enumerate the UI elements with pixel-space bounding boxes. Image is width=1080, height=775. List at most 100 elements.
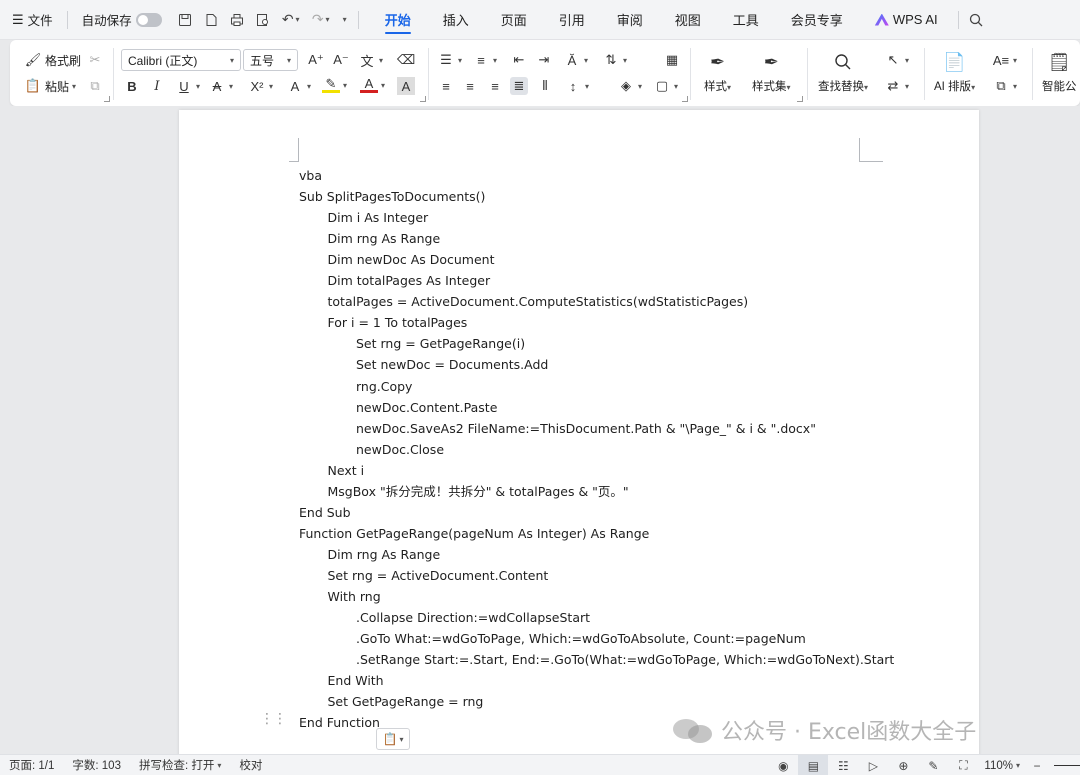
- char-shading-button[interactable]: A: [397, 77, 415, 95]
- select-button[interactable]: ↖ ▾: [884, 51, 909, 69]
- tab-tools[interactable]: 工具: [717, 0, 775, 40]
- font-group-expander[interactable]: [420, 96, 426, 102]
- tab-home[interactable]: 开始: [369, 0, 427, 40]
- code-line[interactable]: vba: [299, 168, 322, 184]
- play-icon[interactable]: ▷: [858, 755, 888, 775]
- file-menu[interactable]: ☰ 文件: [0, 0, 63, 40]
- code-line[interactable]: newDoc.Content.Paste: [356, 400, 497, 416]
- code-line[interactable]: .SetRange Start:=.Start, End:=.GoTo(What…: [356, 652, 894, 668]
- outline-view-icon[interactable]: ☷: [828, 755, 858, 775]
- code-line[interactable]: MsgBox "拆分完成！共拆分" & totalPages & "页。": [328, 484, 629, 500]
- web-view-icon[interactable]: ⊕: [888, 755, 918, 775]
- toggle-switch-icon[interactable]: [135, 12, 162, 27]
- text-effect-button[interactable]: A ▾: [286, 77, 311, 95]
- save-icon[interactable]: [172, 0, 198, 40]
- shape-tools-button[interactable]: ⧉ ▾: [992, 77, 1017, 95]
- decrease-font-button[interactable]: A⁻: [332, 51, 350, 69]
- phonetic-button[interactable]: 文 ▾: [358, 51, 383, 69]
- code-line[interactable]: Sub SplitPagesToDocuments(): [299, 189, 485, 205]
- tab-member[interactable]: 会员专享: [775, 0, 859, 40]
- zoom-out-icon[interactable]: −: [1026, 755, 1048, 775]
- clipboard-group-expander[interactable]: [104, 96, 110, 102]
- code-line[interactable]: rng.Copy: [356, 379, 412, 395]
- paragraph-group-expander[interactable]: [682, 96, 688, 102]
- customize-toolbar-icon[interactable]: ▾: [336, 0, 354, 40]
- eye-protection-icon[interactable]: ◉: [768, 755, 798, 775]
- text-direction-button[interactable]: Ă ▾: [563, 51, 588, 69]
- align-center-button[interactable]: ≡: [461, 77, 479, 95]
- code-line[interactable]: Dim i As Integer: [328, 210, 429, 226]
- align-right-button[interactable]: ≡: [486, 77, 504, 95]
- shading-button[interactable]: ◈ ▾: [617, 77, 642, 95]
- font-size-select[interactable]: 五号 ▾: [243, 49, 298, 71]
- underline-button[interactable]: U ▾: [175, 77, 200, 95]
- superscript-button[interactable]: X² ▾: [248, 77, 274, 95]
- word-count[interactable]: 字数: 103: [63, 757, 130, 773]
- style-set-button[interactable]: ✒ 样式集▾: [752, 50, 791, 94]
- code-line[interactable]: Dim newDoc As Document: [328, 252, 495, 268]
- search-icon[interactable]: [963, 0, 989, 40]
- styles-button[interactable]: ✒ 样式▾: [704, 50, 731, 94]
- smart-button[interactable]: 🗒 智能公: [1042, 50, 1077, 94]
- fit-page-icon[interactable]: ⛶: [948, 755, 978, 775]
- tab-insert[interactable]: 插入: [427, 0, 485, 40]
- increase-font-button[interactable]: A⁺: [307, 51, 325, 69]
- copy-button[interactable]: ⧉: [86, 77, 104, 95]
- proofread-button[interactable]: 校对: [230, 757, 271, 773]
- code-line[interactable]: Function GetPageRange(pageNum As Integer…: [299, 526, 649, 542]
- document-canvas[interactable]: vba Sub SplitPagesToDocuments() Dim i As I…: [0, 106, 1080, 754]
- numbered-list-button[interactable]: ≡ ▾: [472, 51, 497, 69]
- code-line[interactable]: Set rng = ActiveDocument.Content: [328, 568, 549, 584]
- paste-options-button[interactable]: 📋 ▾: [376, 728, 410, 750]
- sort-button[interactable]: ⇅ ▾: [602, 51, 627, 69]
- code-line[interactable]: Dim totalPages As Integer: [328, 273, 491, 289]
- drag-handle-icon[interactable]: ⋮⋮: [260, 710, 287, 727]
- page-view-icon[interactable]: ▤: [798, 755, 829, 775]
- page-indicator[interactable]: 页面: 1/1: [0, 757, 63, 773]
- styles-group-expander[interactable]: [797, 96, 803, 102]
- redo-icon[interactable]: ↷ ▾: [306, 0, 336, 40]
- code-line[interactable]: With rng: [328, 589, 381, 605]
- undo-icon[interactable]: ↶ ▾: [276, 0, 306, 40]
- replace-options-button[interactable]: ⇄ ▾: [884, 77, 909, 95]
- font-color-button[interactable]: A ▾: [360, 76, 385, 93]
- print-preview-icon[interactable]: [250, 0, 276, 40]
- code-line[interactable]: End With: [328, 673, 384, 689]
- code-line[interactable]: Set GetPageRange = rng: [328, 694, 484, 710]
- highlight-button[interactable]: ✎ ▾: [322, 76, 347, 93]
- font-name-select[interactable]: Calibri (正文) ▾: [121, 49, 241, 71]
- export-pdf-icon[interactable]: [198, 0, 224, 40]
- clear-format-button[interactable]: ⌫: [397, 51, 415, 69]
- table-grid-button[interactable]: ▦: [663, 51, 681, 69]
- bullet-list-button[interactable]: ☰ ▾: [437, 51, 462, 69]
- cut-button[interactable]: ✂: [86, 51, 104, 69]
- tab-review[interactable]: 审阅: [601, 0, 659, 40]
- autosave-toggle[interactable]: 自动保存: [72, 0, 172, 40]
- ai-layout-button[interactable]: 📄 AI 排版▾: [934, 50, 975, 94]
- tab-page[interactable]: 页面: [485, 0, 543, 40]
- code-line[interactable]: .GoTo What:=wdGoToPage, Which:=wdGoToAbs…: [356, 631, 806, 647]
- tab-view[interactable]: 视图: [659, 0, 717, 40]
- code-line[interactable]: Dim rng As Range: [328, 231, 441, 247]
- decrease-indent-button[interactable]: ⇤: [510, 51, 528, 69]
- code-line[interactable]: totalPages = ActiveDocument.ComputeStati…: [328, 294, 749, 310]
- print-icon[interactable]: [224, 0, 250, 40]
- code-line[interactable]: End Sub: [299, 505, 351, 521]
- code-line[interactable]: Dim rng As Range: [328, 547, 441, 563]
- bold-button[interactable]: B: [123, 77, 141, 95]
- code-line[interactable]: End Function: [299, 715, 380, 731]
- code-line[interactable]: Set newDoc = Documents.Add: [356, 357, 548, 373]
- justify-button[interactable]: ≣: [510, 77, 528, 95]
- borders-button[interactable]: ▢ ▾: [653, 77, 678, 95]
- tab-wps-ai[interactable]: WPS AI: [859, 0, 954, 40]
- tab-references[interactable]: 引用: [543, 0, 601, 40]
- paste-button[interactable]: 📋 粘贴 ▾: [24, 77, 76, 95]
- line-spacing-button[interactable]: ↕ ▾: [564, 77, 589, 95]
- code-line[interactable]: newDoc.Close: [356, 442, 444, 458]
- zoom-slider[interactable]: [1054, 765, 1080, 766]
- zoom-level[interactable]: 110% ▾: [978, 760, 1026, 772]
- align-left-button[interactable]: ≡: [437, 77, 455, 95]
- code-line[interactable]: Next i: [328, 463, 365, 479]
- increase-indent-button[interactable]: ⇥: [535, 51, 553, 69]
- pen-icon[interactable]: ✎: [918, 755, 948, 775]
